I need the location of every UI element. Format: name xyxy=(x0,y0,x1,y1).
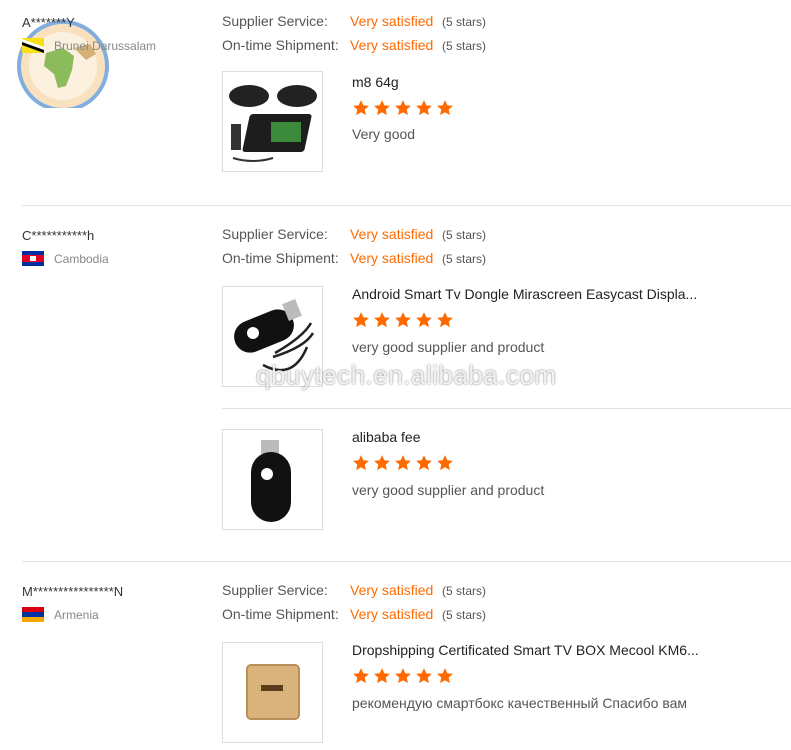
star-icon xyxy=(436,667,454,690)
supplier-service-value: Very satisfied xyxy=(350,13,434,29)
shipment-value: Very satisfied xyxy=(350,250,434,266)
star-icon xyxy=(352,311,370,334)
reviewer-name: A*******Y xyxy=(22,15,75,30)
star-icon xyxy=(352,454,370,477)
star-icon xyxy=(415,99,433,122)
country-name: Cambodia xyxy=(54,251,109,266)
supplier-service-label: Supplier Service: xyxy=(222,13,328,29)
star-icon xyxy=(415,454,433,477)
supplier-service-stars: (5 stars) xyxy=(442,228,487,242)
product-title[interactable]: m8 64g xyxy=(352,74,399,90)
product-divider xyxy=(222,408,791,409)
shipment-rating: On-time Shipment: Very satisfied (5 star… xyxy=(222,37,486,53)
review-comment: рекомендую смартбокс качественный Спасиб… xyxy=(352,695,688,711)
star-icon xyxy=(394,454,412,477)
flag-armenia-icon xyxy=(22,607,44,622)
product-thumbnail[interactable] xyxy=(222,429,323,530)
flag-brunei-icon xyxy=(22,38,44,53)
star-icon xyxy=(436,454,454,477)
star-icon xyxy=(436,99,454,122)
flag-cambodia-icon xyxy=(22,251,44,266)
star-icon xyxy=(373,311,391,334)
supplier-service-rating: Supplier Service: Very satisfied (5 star… xyxy=(222,582,486,598)
supplier-service-rating: Supplier Service: Very satisfied (5 star… xyxy=(222,13,486,29)
star-icon xyxy=(352,667,370,690)
reviewer-country: Brunei Darussalam xyxy=(22,38,156,53)
reviewer-name: M****************N xyxy=(22,584,124,599)
star-icon xyxy=(415,311,433,334)
product-rating-stars xyxy=(352,311,454,334)
supplier-service-rating: Supplier Service: Very satisfied (5 star… xyxy=(222,226,486,242)
review-divider xyxy=(22,205,791,206)
product-rating-stars xyxy=(352,454,454,477)
product-thumbnail[interactable] xyxy=(222,642,323,743)
review-comment: Very good xyxy=(352,126,416,142)
supplier-service-value: Very satisfied xyxy=(350,226,434,242)
star-icon xyxy=(352,99,370,122)
product-title[interactable]: alibaba fee xyxy=(352,429,421,445)
product-title[interactable]: Android Smart Tv Dongle Mirascreen Easyc… xyxy=(352,286,697,302)
shipment-rating: On-time Shipment: Very satisfied (5 star… xyxy=(222,606,486,622)
shipment-value: Very satisfied xyxy=(350,606,434,622)
shipment-stars: (5 stars) xyxy=(442,252,487,266)
review-comment: very good supplier and product xyxy=(352,482,545,498)
star-icon xyxy=(415,667,433,690)
star-icon xyxy=(394,99,412,122)
star-icon xyxy=(373,454,391,477)
shipment-rating: On-time Shipment: Very satisfied (5 star… xyxy=(222,250,486,266)
reviewer-country: Armenia xyxy=(22,607,99,622)
review-comment: very good supplier and product xyxy=(352,339,545,355)
shipment-label: On-time Shipment: xyxy=(222,606,339,622)
watermark: qbuytech.en.alibaba.com xyxy=(256,360,557,390)
star-icon xyxy=(394,667,412,690)
supplier-service-label: Supplier Service: xyxy=(222,582,328,598)
reviewer-name: C***********h xyxy=(22,228,95,243)
product-rating-stars xyxy=(352,667,454,690)
product-title[interactable]: Dropshipping Certificated Smart TV BOX M… xyxy=(352,642,699,658)
reviewer-country: Cambodia xyxy=(22,251,109,266)
shipment-label: On-time Shipment: xyxy=(222,37,339,53)
review-divider xyxy=(22,561,791,562)
shipment-value: Very satisfied xyxy=(350,37,434,53)
supplier-service-label: Supplier Service: xyxy=(222,226,328,242)
product-thumbnail[interactable] xyxy=(222,71,323,172)
shipment-stars: (5 stars) xyxy=(442,608,487,622)
supplier-service-stars: (5 stars) xyxy=(442,15,487,29)
supplier-service-value: Very satisfied xyxy=(350,582,434,598)
country-name: Brunei Darussalam xyxy=(54,38,157,53)
shipment-stars: (5 stars) xyxy=(442,39,487,53)
supplier-service-stars: (5 stars) xyxy=(442,584,487,598)
shipment-label: On-time Shipment: xyxy=(222,250,339,266)
star-icon xyxy=(373,667,391,690)
product-rating-stars xyxy=(352,99,454,122)
star-icon xyxy=(394,311,412,334)
star-icon xyxy=(436,311,454,334)
country-name: Armenia xyxy=(54,607,99,622)
star-icon xyxy=(373,99,391,122)
